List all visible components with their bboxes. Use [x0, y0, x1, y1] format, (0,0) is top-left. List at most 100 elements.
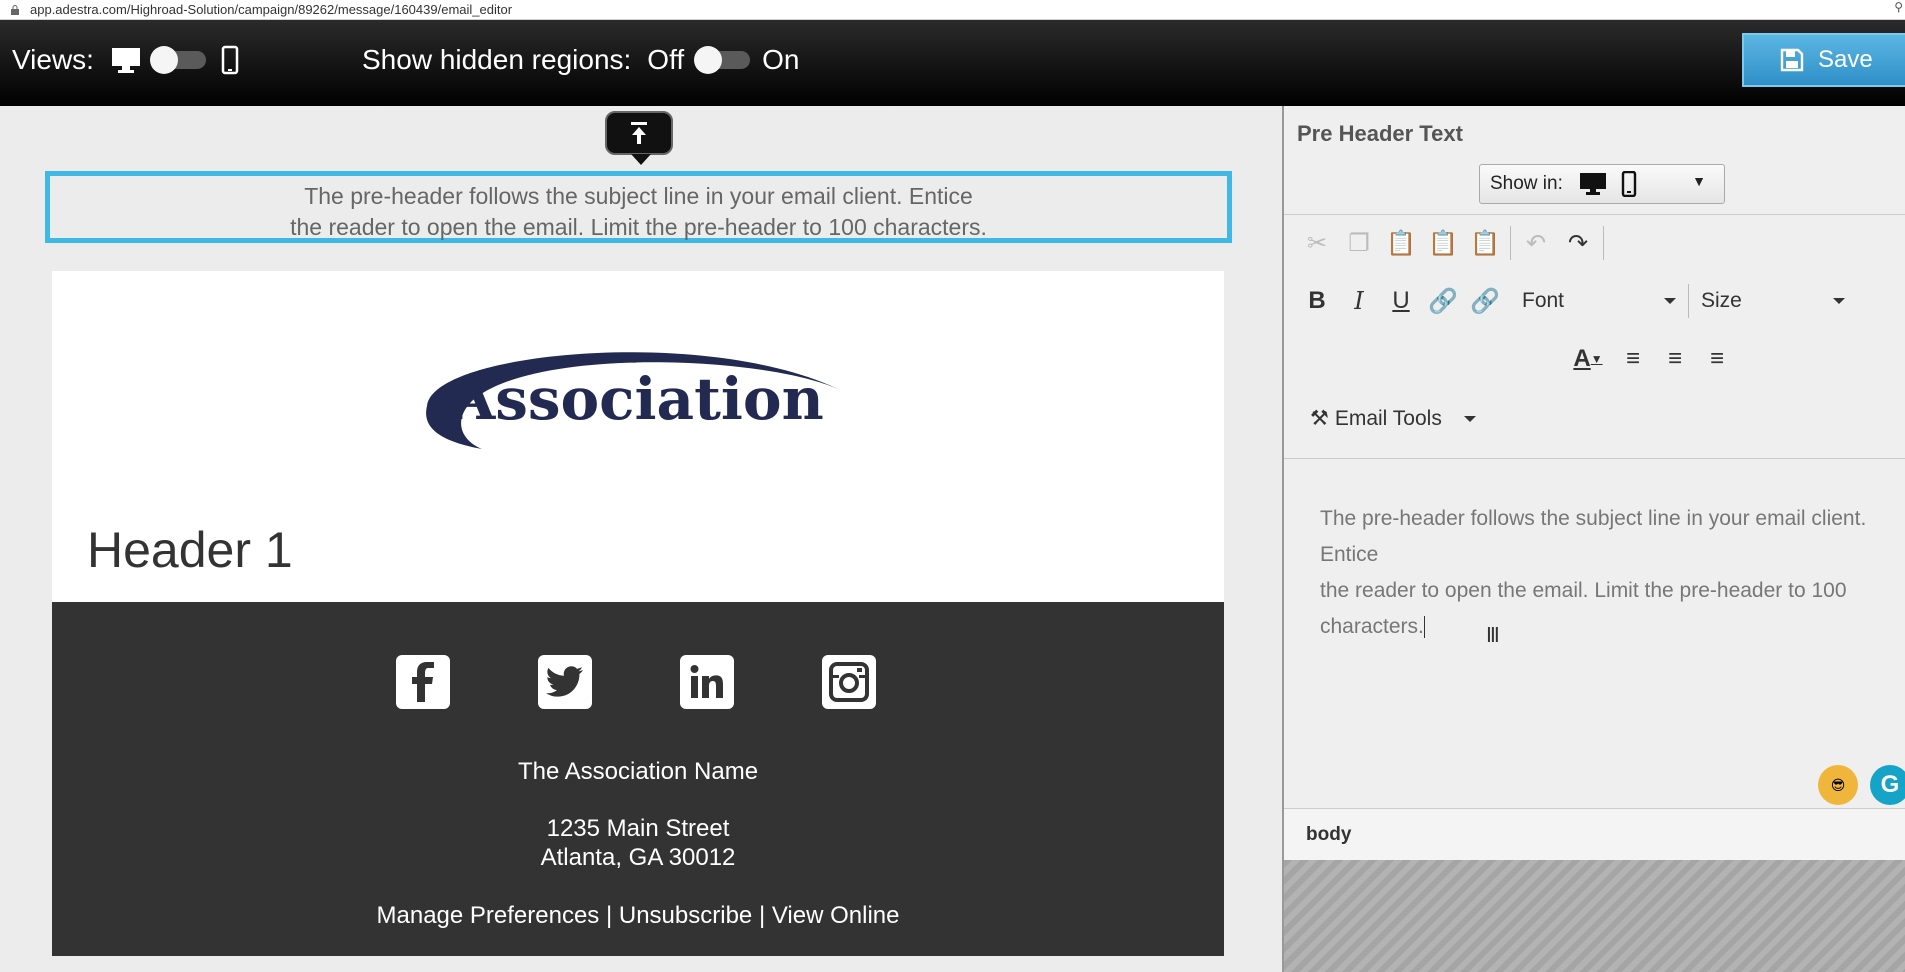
view-online-link[interactable]: View Online: [772, 902, 900, 929]
search-icon[interactable]: ⚲: [1894, 0, 1903, 14]
link-separator: |: [758, 902, 766, 929]
social-icons: [396, 655, 876, 709]
toolbar-separator: [1603, 226, 1604, 260]
preheader-line1: The pre-header follows the subject line …: [304, 183, 973, 209]
email-canvas: The pre-header follows the subject line …: [0, 106, 1282, 972]
ibeam-cursor-icon: Ⅲ: [1486, 625, 1500, 647]
italic-button[interactable]: I: [1338, 281, 1380, 321]
size-dropdown[interactable]: Size: [1693, 283, 1853, 319]
editor-line2-text: the reader to open the email. Limit the …: [1320, 579, 1847, 638]
link-separator: |: [605, 902, 613, 929]
align-right-icon[interactable]: ≡: [1696, 339, 1738, 379]
align-left-icon[interactable]: ≡: [1612, 339, 1654, 379]
toggle-knob: [694, 46, 723, 74]
views-label: Views:: [12, 44, 94, 75]
email-footer: The Association Name 1235 Main Street At…: [52, 602, 1224, 956]
show-in-dropdown[interactable]: Show in: ▼: [1479, 164, 1725, 204]
logo-text: Association: [449, 365, 824, 433]
email-tools-label: Email Tools: [1334, 406, 1442, 430]
underline-button[interactable]: U: [1380, 281, 1422, 321]
chevron-down-icon: [1463, 415, 1476, 422]
hidden-regions-toggle[interactable]: [694, 46, 751, 74]
undo-icon[interactable]: ↶: [1515, 223, 1557, 263]
mobile-icon[interactable]: [220, 45, 240, 75]
off-label: Off: [647, 44, 685, 75]
toggle-knob: [149, 46, 178, 74]
paste-icon[interactable]: 📋: [1380, 223, 1422, 263]
grammarly-button[interactable]: G: [1870, 765, 1905, 805]
header-1[interactable]: Header 1: [87, 521, 293, 579]
chevron-down-icon: [1664, 298, 1676, 304]
save-button[interactable]: Save: [1742, 33, 1905, 87]
editor-content[interactable]: The pre-header follows the subject line …: [1320, 501, 1880, 645]
facebook-icon[interactable]: [396, 655, 450, 709]
unlink-icon[interactable]: 🔗: [1464, 281, 1506, 321]
move-to-top-button[interactable]: [605, 111, 673, 165]
copy-icon[interactable]: ❐: [1338, 223, 1380, 263]
nerd-emoji-icon[interactable]: 😎: [1818, 765, 1858, 805]
org-name: The Association Name: [517, 758, 759, 785]
text-editor[interactable]: The pre-header follows the subject line …: [1284, 458, 1905, 808]
size-combo-label: Size: [1701, 289, 1742, 312]
footer-links: Manage Preferences | Unsubscribe | View …: [52, 902, 1224, 930]
url-text: app.adestra.com/Highroad-Solution/campai…: [30, 2, 513, 17]
unsubscribe-link[interactable]: Unsubscribe: [619, 902, 752, 929]
browser-url-bar[interactable]: app.adestra.com/Highroad-Solution/campai…: [0, 0, 1905, 20]
toolbar-row-2: B I U 🔗 🔗 Font Size: [1296, 281, 1853, 321]
panel-title: Pre Header Text: [1297, 121, 1463, 146]
upload-arrow-icon: [631, 122, 647, 144]
editor-line2: the reader to open the email. Limit the …: [1320, 573, 1880, 645]
chevron-down-icon: ▼: [1692, 173, 1706, 189]
desktop-icon[interactable]: [110, 46, 142, 74]
chevron-down-icon: ▼: [1590, 352, 1603, 366]
redo-icon[interactable]: ↷: [1557, 223, 1599, 263]
instagram-icon[interactable]: [822, 655, 876, 709]
toolbar-row-3: A ▼ ≡ ≡ ≡: [1564, 339, 1738, 379]
show-in-label: Show in:: [1490, 173, 1563, 194]
editor-toolbar: Views: Show hidden regions: Off On Save: [0, 20, 1905, 106]
email-body: Association Header 1 The Association Nam…: [52, 271, 1224, 956]
font-combo-label: Font: [1522, 289, 1565, 312]
floppy-disk-icon: [1780, 48, 1804, 72]
lock-icon: [11, 4, 19, 15]
desktop-icon: [1579, 173, 1606, 195]
chevron-down-icon: [1833, 298, 1845, 304]
font-dropdown[interactable]: Font: [1514, 283, 1684, 319]
tools-icon: ⚒: [1310, 407, 1329, 430]
preheader-line2: the reader to open the email. Limit the …: [290, 214, 987, 240]
linkedin-icon[interactable]: [680, 655, 734, 709]
editor-line1: The pre-header follows the subject line …: [1320, 507, 1867, 566]
views-control: Views:: [12, 44, 240, 76]
views-toggle[interactable]: [149, 46, 206, 74]
on-label: On: [762, 44, 800, 75]
address-line2: Atlanta, GA 30012: [540, 844, 736, 871]
paste-word-icon[interactable]: 📋: [1464, 223, 1506, 263]
save-label: Save: [1818, 46, 1873, 73]
align-center-icon[interactable]: ≡: [1654, 339, 1696, 379]
element-path[interactable]: body: [1306, 824, 1351, 846]
hidden-regions-label: Show hidden regions:: [362, 44, 632, 75]
hidden-regions-control: Show hidden regions: Off On: [362, 44, 800, 76]
text-cursor: [1423, 616, 1425, 639]
twitter-icon[interactable]: [538, 655, 592, 709]
mobile-icon: [1621, 171, 1637, 197]
panel-content: Pre Header Text Show in: ▼ ✂ ❐ 📋 📋 📋 ↶ ↷…: [1284, 106, 1905, 860]
toolbar-row-1: ✂ ❐ 📋 📋 📋 ↶ ↷: [1296, 223, 1608, 263]
association-logo[interactable]: Association: [412, 331, 862, 461]
email-tools-dropdown[interactable]: ⚒ Email Tools: [1310, 406, 1476, 431]
toolbar-separator: [1510, 226, 1511, 260]
font-color-button[interactable]: A ▼: [1564, 339, 1612, 379]
link-icon[interactable]: 🔗: [1422, 281, 1464, 321]
bold-button[interactable]: B: [1296, 281, 1338, 321]
element-path-bar: body: [1284, 808, 1905, 860]
logo-graphic: Association: [426, 352, 842, 449]
paste-text-icon[interactable]: 📋: [1422, 223, 1464, 263]
font-color-label: A: [1573, 345, 1591, 372]
preheader-region[interactable]: The pre-header follows the subject line …: [45, 171, 1232, 243]
cut-icon[interactable]: ✂: [1296, 223, 1338, 263]
toolbar-separator: [1688, 284, 1689, 318]
address-line1: 1235 Main Street: [546, 815, 730, 842]
panel-background: [1284, 860, 1905, 972]
properties-panel: Pre Header Text Show in: ▼ ✂ ❐ 📋 📋 📋 ↶ ↷…: [1282, 106, 1905, 972]
manage-preferences-link[interactable]: Manage Preferences: [377, 902, 600, 929]
